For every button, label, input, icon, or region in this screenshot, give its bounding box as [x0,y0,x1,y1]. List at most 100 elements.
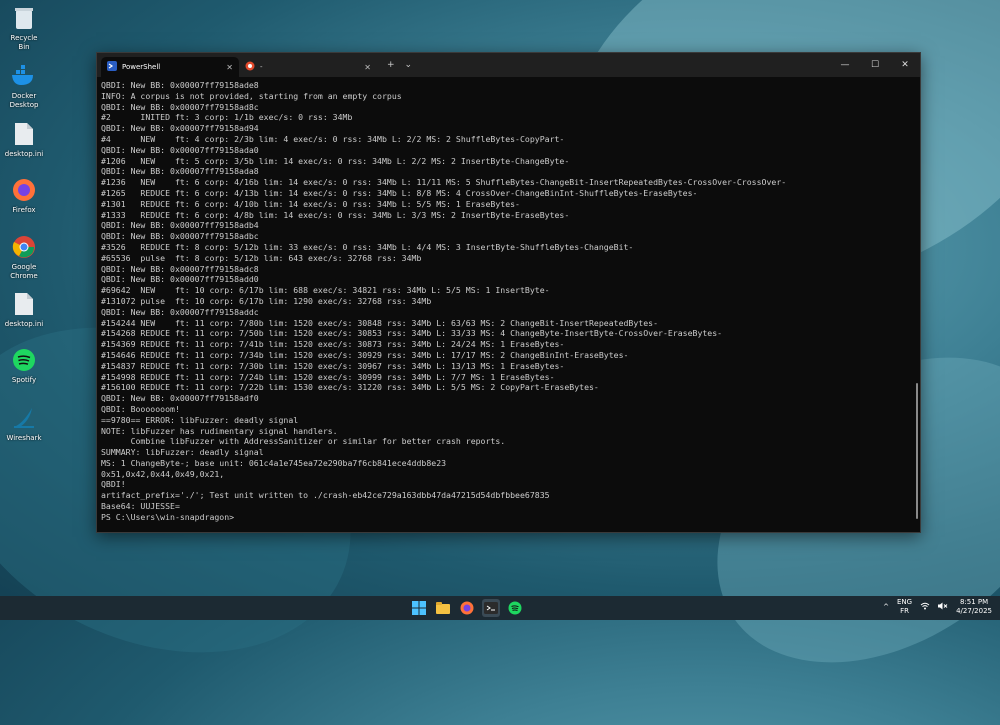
powershell-icon [107,61,117,73]
chrome-icon [10,233,38,261]
console-line: QBDI: New BB: 0x00007ff79158ad94 [101,123,259,134]
console-line: #154244 NEW ft: 11 corp: 7/80b lim: 1520… [101,317,659,328]
desktop-icon-label: Firefox [12,206,36,214]
close-tab-icon[interactable]: ✕ [364,63,371,72]
tab-second[interactable]: - ✕ [239,57,377,77]
terminal-icon[interactable] [482,599,500,617]
system-tray: ^ ENG FR 8:51 PM 4/27/2025 [883,598,992,616]
wifi-icon[interactable] [920,602,930,612]
desktop-icon[interactable]: Recycle Bin [4,4,44,52]
desktop-icon-label: Google Chrome [10,263,38,280]
speaker-muted-icon[interactable] [938,602,948,612]
console-output[interactable]: QBDI: New BB: 0x00007ff79158ade8 INFO: A … [97,77,920,528]
desktop-icon-label: desktop.ini [4,320,44,328]
console-line: QBDI: New BB: 0x00007ff79158add0 [101,274,259,285]
file-explorer-icon[interactable] [434,599,452,617]
desktop-icon-label: Spotify [11,376,37,384]
console-line: #4 NEW ft: 4 corp: 2/3b lim: 4 exec/s: 0… [101,133,565,144]
console-line: #3526 REDUCE ft: 8 corp: 5/12b lim: 33 e… [101,241,634,252]
console-line: QBDI: New BB: 0x00007ff79158ad8c [101,101,259,112]
wireshark-icon [10,404,38,432]
console-line: ==9780== ERROR: libFuzzer: deadly signal [101,414,299,425]
file-icon [10,120,38,148]
console-line: #2 INITED ft: 3 corp: 1/1b exec/s: 0 rss… [101,112,353,123]
desktop-icon-label: Docker Desktop [9,92,39,109]
console-line: QBDI: New BB: 0x00007ff79158ada8 [101,166,259,177]
console-line: INFO: A corpus is not provided, starting… [101,90,402,101]
minimize-button[interactable]: — [830,53,860,77]
console-line: Combine libFuzzer with AddressSanitizer … [101,436,506,447]
desktop-icon-label: Wireshark [6,434,42,442]
tab-dropdown-button[interactable]: ⌄ [405,60,413,70]
taskbar: ^ ENG FR 8:51 PM 4/27/2025 [0,596,1000,620]
console-line: QBDI: New BB: 0x00007ff79158ada0 [101,144,259,155]
tab-label: PowerShell [122,63,161,71]
console-line: QBDI: New BB: 0x00007ff79158ade8 [101,80,259,90]
close-button[interactable]: ✕ [890,53,920,77]
desktop-icon-label: Recycle Bin [10,34,38,51]
recycle-bin-icon [10,4,38,32]
console-line: MS: 1 ChangeByte-; base unit: 061c4a1e74… [101,457,447,468]
clock[interactable]: 8:51 PM 4/27/2025 [956,598,992,616]
console-line: #154369 REDUCE ft: 11 corp: 7/41b lim: 1… [101,339,565,350]
console-line: #1206 NEW ft: 5 corp: 3/5b lim: 14 exec/… [101,155,570,166]
language-bottom: FR [900,607,909,615]
console-line: QBDI: New BB: 0x00007ff79158adbc [101,231,259,242]
console-line: #1265 REDUCE ft: 6 corp: 4/13b lim: 14 e… [101,187,698,198]
console-line: QBDI: New BB: 0x00007ff79158adb4 [101,220,259,231]
title-bar[interactable]: PowerShell ✕ - ✕ + ⌄ — ☐ ✕ [97,53,920,77]
spotify-icon[interactable] [506,599,524,617]
console-line: #154998 REDUCE ft: 11 corp: 7/24b lim: 1… [101,371,555,382]
console-line: #131072 pulse ft: 10 corp: 6/17b lim: 12… [101,295,432,306]
console-line: QBDI! [101,479,126,490]
desktop-icon[interactable]: Spotify [4,346,44,385]
language-top: ENG [897,598,913,606]
console-line: Base64: UUJESSE= [101,501,180,512]
app-icon [245,61,255,73]
language-indicator[interactable]: ENG FR [897,598,912,616]
new-tab-button[interactable]: + [387,60,395,70]
taskbar-apps [410,599,524,617]
scrollbar[interactable] [916,383,918,519]
firefox-icon [10,176,38,204]
console-line: #154646 REDUCE ft: 11 corp: 7/34b lim: 1… [101,349,629,360]
tab-powershell[interactable]: PowerShell ✕ [101,57,239,77]
console-line: artifact_prefix='./'; Test unit written … [101,490,550,501]
clock-date: 4/27/2025 [956,607,992,615]
maximize-button[interactable]: ☐ [860,53,890,77]
console-line: QBDI: Booooooom! [101,403,180,414]
console-line: SUMMARY: libFuzzer: deadly signal [101,447,264,458]
desktop-icon[interactable]: desktop.ini [4,120,44,159]
docker-icon [10,62,38,90]
window-controls: — ☐ ✕ [830,53,920,77]
desktop-icon-label: desktop.ini [4,150,44,158]
desktop-icon[interactable]: Wireshark [4,404,44,443]
firefox-icon[interactable] [458,599,476,617]
desktop-icon[interactable]: Firefox [4,176,44,215]
console-line: NOTE: libFuzzer has rudimentary signal h… [101,425,338,436]
console-line: #1236 NEW ft: 6 corp: 4/16b lim: 14 exec… [101,177,787,188]
file-icon [10,290,38,318]
desktop-icon[interactable]: Docker Desktop [4,62,44,110]
console-line: #1301 REDUCE ft: 6 corp: 4/10b lim: 14 e… [101,198,520,209]
console-line: #156100 REDUCE ft: 11 corp: 7/22b lim: 1… [101,382,599,393]
desktop-icon[interactable]: Google Chrome [4,233,44,281]
clock-time: 8:51 PM [959,598,989,606]
console-line: QBDI: New BB: 0x00007ff79158adf0 [101,393,259,404]
spotify-icon [10,346,38,374]
tray-chevron-icon[interactable]: ^ [883,603,889,611]
desktop-icon[interactable]: desktop.ini [4,290,44,329]
close-tab-icon[interactable]: ✕ [226,63,233,72]
console-line: #69642 NEW ft: 10 corp: 6/17b lim: 688 e… [101,285,550,296]
console-line: #154837 REDUCE ft: 11 corp: 7/30b lim: 1… [101,360,565,371]
console-line: #65536 pulse ft: 8 corp: 5/12b lim: 643 … [101,252,422,263]
console-line: QBDI: New BB: 0x00007ff79158adc8 [101,263,259,274]
terminal-window[interactable]: PowerShell ✕ - ✕ + ⌄ — ☐ ✕ QBDI: New BB:… [96,52,921,533]
console-line: PS C:\Users\win-snapdragon> [101,511,235,522]
windows-start-icon[interactable] [410,599,428,617]
console-line: #1333 REDUCE ft: 6 corp: 4/8b lim: 14 ex… [101,209,570,220]
console-line: QBDI: New BB: 0x00007ff79158addc [101,306,259,317]
tab-label: - [260,63,263,71]
console-line: 0x51,0x42,0x44,0x49,0x21, [101,468,225,479]
console-line: #154268 REDUCE ft: 11 corp: 7/50b lim: 1… [101,328,723,339]
